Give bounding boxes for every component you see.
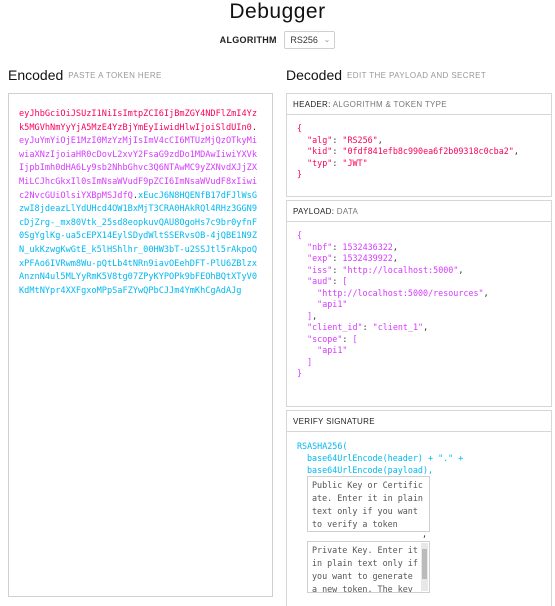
json-key: "nbf" [307,241,333,252]
scrollbar-thumb[interactable] [422,549,427,579]
json-array-item: "api1" [317,299,348,309]
json-key: "iss" [307,264,333,275]
json-array-item: "api1" [317,345,348,355]
json-key: "typ" [307,157,333,168]
verify-line-payload: base64UrlEncode(payload), [307,465,434,475]
encoded-token-input[interactable]: eyJhbGciOiJSUzI1NiIsImtpZCI6IjBmZGY4NDFl… [8,93,273,597]
verify-signature-panel: VERIFY SIGNATURE RSASHA256( base64UrlEnc… [286,410,552,606]
encoded-subtitle: PASTE A TOKEN HERE [68,71,162,80]
header-json-editor[interactable]: { "alg": "RS256", "kid": "0fdf841efb8c99… [287,115,551,181]
json-key: "scope" [307,333,343,344]
decoded-heading: Decoded EDIT THE PAYLOAD AND SECRET [286,67,486,83]
public-key-textarea[interactable]: Public Key or Certificate. Enter it in p… [307,476,430,532]
json-value: 1532439922 [342,253,393,263]
verify-line-header: base64UrlEncode(header) + "." + [307,453,464,463]
json-key: "kid" [307,146,333,156]
json-key: "client_id" [307,322,363,332]
json-key: "exp" [307,253,333,263]
payload-panel-label: PAYLOAD: [293,207,335,216]
payload-panel-title: PAYLOAD: DATA [287,201,551,222]
json-value: "client_1" [372,322,424,332]
verify-comma: , [422,529,428,539]
header-panel-subtitle: ALGORITHM & TOKEN TYPE [332,100,447,109]
chevron-down-icon: ⌄ [323,35,331,44]
decoded-subtitle: EDIT THE PAYLOAD AND SECRET [347,71,487,80]
token-signature-part: xEucJ6N8HQENfB17dFJlWsGzwI8jdeazLlYdUHcd… [19,190,258,296]
header-panel: HEADER: ALGORITHM & TOKEN TYPE { "alg": … [286,93,552,197]
payload-panel: PAYLOAD: DATA { "nbf": 1532436322, "exp"… [286,200,552,407]
json-value: 1532436322 [342,241,393,252]
private-key-textarea[interactable]: Private Key. Enter it in plain text only… [307,541,430,593]
encoded-heading: Encoded PASTE A TOKEN HERE [8,67,162,83]
json-key: "alg" [307,134,333,145]
algorithm-row: ALGORITHM RS256 ⌄ [0,31,555,49]
verify-panel-title: VERIFY SIGNATURE [287,411,551,432]
payload-panel-subtitle: DATA [336,207,359,216]
json-value: "0fdf841efb8c990ea6f2b09318c0cba2" [342,146,514,156]
token-header-part: eyJhbGciOiJSUzI1NiIsImtpZCI6IjBmZGY4NDFl… [19,109,257,133]
private-key-scrollbar[interactable] [421,543,428,591]
verify-function-name: RSASHA256( [297,441,348,451]
decoded-title: Decoded [286,67,343,83]
token-dot: . [251,122,258,133]
json-value: "JWT" [342,157,368,168]
algorithm-value: RS256 [290,35,318,45]
verify-body: RSASHA256( base64UrlEncode(header) + "."… [287,432,551,593]
json-array-item: "http://localhost:5000/resources" [317,287,484,298]
json-value: "http://localhost:5000" [342,264,459,275]
header-panel-label: HEADER: [293,100,331,109]
payload-json-editor[interactable]: { "nbf": 1532436322, "exp": 1532439922, … [287,222,551,380]
private-key-placeholder: Private Key. Enter it in plain text only… [312,545,418,593]
page-title: Debugger [229,0,326,23]
algorithm-label: ALGORITHM [219,35,277,45]
algorithm-select[interactable]: RS256 ⌄ [284,31,336,49]
json-value: "RS256" [342,134,378,145]
encoded-title: Encoded [8,67,64,83]
json-key: "aud" [307,276,333,286]
header-panel-title: HEADER: ALGORITHM & TOKEN TYPE [287,94,551,115]
